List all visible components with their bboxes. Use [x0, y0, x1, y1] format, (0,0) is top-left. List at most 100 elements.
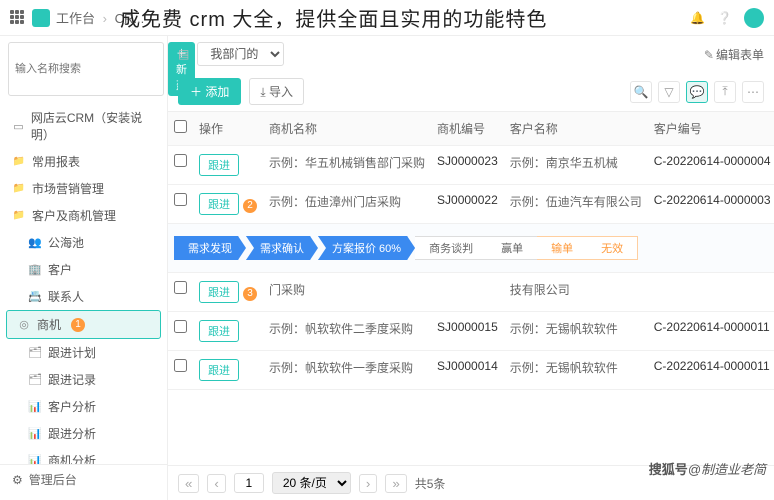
nav-label: 商机: [37, 316, 61, 333]
row-select[interactable]: [174, 359, 187, 372]
nav-label: 网店云CRM（安装说明）: [31, 109, 155, 143]
nav-item[interactable]: 🗂跟进计划: [0, 339, 167, 366]
cell-cust[interactable]: 示例：南京华五机械: [504, 146, 648, 185]
export-icon[interactable]: ⤒: [714, 81, 736, 103]
follow-button[interactable]: 跟进: [199, 320, 239, 342]
sidebar-admin[interactable]: ⚙ 管理后台: [0, 464, 167, 494]
filter-icon[interactable]: ▽: [658, 81, 680, 103]
col-header: 商机名称: [263, 112, 431, 146]
pencil-icon: ✎: [704, 48, 714, 62]
nav-label: 客户分析: [48, 398, 96, 415]
nav-label: 商机分析: [48, 452, 96, 464]
more-icon[interactable]: ⋯: [742, 81, 764, 103]
table-row: 跟进3门采购技有限公司示例：沈怡赢单: [168, 273, 774, 312]
row-badge: 2: [243, 199, 257, 213]
first-page[interactable]: «: [178, 474, 199, 493]
cell-cust-code: C-20220614-0000004: [648, 146, 774, 185]
last-page[interactable]: »: [385, 474, 406, 493]
cell-name[interactable]: 示例：帆软软件二季度采购: [263, 312, 431, 351]
cell-name[interactable]: 门采购: [263, 273, 431, 312]
page-headline: 成免费 crm 大全，提供全面且实用的功能特色: [120, 3, 547, 32]
col-header: [168, 112, 193, 146]
nav-item[interactable]: 📇联系人: [0, 283, 167, 310]
cell-name[interactable]: 示例：华五机械销售部门采购: [263, 146, 431, 185]
row-select[interactable]: [174, 281, 187, 294]
row-badge: 3: [243, 287, 257, 301]
pipeline-stage[interactable]: 商务谈判: [415, 236, 487, 260]
table-row: 跟进2示例：伍迪漳州门店采购SJ0000022示例：伍迪汽车有限公司C-2022…: [168, 185, 774, 224]
nav-item[interactable]: 📁 客户及商机管理: [0, 202, 167, 229]
pager-total: 共5条: [415, 475, 446, 492]
cell-code: SJ0000023: [431, 146, 504, 185]
avatar[interactable]: [744, 8, 764, 28]
nav-icon: 📇: [28, 290, 42, 304]
sidebar-toggle-icon[interactable]: ▤: [178, 47, 189, 61]
cell-code: SJ0000022: [431, 185, 504, 224]
cell-code: [431, 273, 504, 312]
cell-cust[interactable]: 示例：无锡帆软软件: [504, 312, 648, 351]
pipeline-stage[interactable]: 需求发现: [174, 236, 246, 260]
folder-icon: 📁: [12, 209, 26, 223]
cell-cust[interactable]: 示例：无锡帆软软件: [504, 351, 648, 390]
row-select[interactable]: [174, 320, 187, 333]
gear-icon: ⚙: [12, 473, 23, 487]
edit-form-button[interactable]: ✎编辑表单: [704, 46, 764, 63]
nav-label: 常用报表: [32, 153, 80, 170]
table-row: 跟进示例：帆软软件二季度采购SJ0000015示例：无锡帆软软件C-202206…: [168, 312, 774, 351]
breadcrumb-root[interactable]: 工作台: [56, 11, 95, 26]
cell-code: SJ0000015: [431, 312, 504, 351]
nav-item[interactable]: 📁常用报表: [0, 148, 167, 175]
follow-button[interactable]: 跟进: [199, 281, 239, 303]
upload-icon: ⤓: [260, 85, 269, 99]
pipeline-stage[interactable]: 输单: [537, 236, 587, 260]
nav-item[interactable]: 📁市场营销管理: [0, 175, 167, 202]
add-button[interactable]: ＋ 添加: [178, 78, 241, 105]
nav-icon: ◎: [17, 318, 31, 332]
search-icon[interactable]: 🔍: [630, 81, 652, 103]
table-row: 跟进 示例：帆软软件一季度采购SJ0000014示例：无锡帆软软件C-202206…: [168, 351, 774, 390]
pipeline-stage[interactable]: 无效: [587, 236, 638, 260]
dept-select[interactable]: 我部门的: [197, 42, 284, 66]
follow-button[interactable]: 跟进: [199, 193, 239, 215]
chat-icon[interactable]: 💬: [686, 81, 708, 103]
nav-item[interactable]: ◎商机1: [6, 310, 161, 339]
cell-cust-code: C-20220614-0000011: [648, 351, 774, 390]
page-size-select[interactable]: 20 条/页: [272, 472, 351, 494]
nav-item[interactable]: 🗂跟进记录: [0, 366, 167, 393]
nav-item[interactable]: 📊客户分析: [0, 393, 167, 420]
help-icon[interactable]: ❔: [717, 11, 732, 25]
row-select[interactable]: [174, 154, 187, 167]
nav-icon: 📊: [28, 454, 42, 465]
nav-label: 跟进分析: [48, 425, 96, 442]
cell-name[interactable]: 示例：帆软软件一季度采购: [263, 351, 431, 390]
row-select[interactable]: [174, 193, 187, 206]
import-button[interactable]: ⤓ 导入: [249, 78, 304, 105]
pipeline-stage[interactable]: 需求确认: [246, 236, 318, 260]
page-input[interactable]: [234, 473, 264, 493]
sidebar-search-input[interactable]: [8, 42, 164, 96]
cell-code: SJ0000014: [431, 351, 504, 390]
apps-icon[interactable]: [10, 10, 26, 26]
cell-cust-code: [648, 273, 774, 312]
nav-label: 客户及商机管理: [32, 207, 116, 224]
prev-page[interactable]: ‹: [207, 474, 225, 493]
nav-label: 跟进计划: [48, 344, 96, 361]
next-page[interactable]: ›: [359, 474, 377, 493]
bell-icon[interactable]: 🔔: [690, 11, 705, 25]
pipeline-stage[interactable]: 赢单: [487, 236, 537, 260]
pipeline-row: 需求发现需求确认方案报价 60%商务谈判赢单输单无效: [168, 224, 774, 273]
nav-item[interactable]: 📊跟进分析: [0, 420, 167, 447]
nav-label: 公海池: [48, 234, 84, 251]
follow-button[interactable]: 跟进: [199, 154, 239, 176]
pipeline-stage[interactable]: 方案报价 60%: [318, 236, 415, 260]
nav-item[interactable]: 👥公海池: [0, 229, 167, 256]
follow-button[interactable]: 跟进: [199, 359, 239, 381]
nav-item[interactable]: 🏢客户: [0, 256, 167, 283]
nav-item[interactable]: 📊 商机分析: [0, 447, 167, 464]
cell-name[interactable]: 示例：伍迪漳州门店采购: [263, 185, 431, 224]
cell-cust[interactable]: 技有限公司: [504, 273, 648, 312]
cell-cust[interactable]: 示例：伍迪汽车有限公司: [504, 185, 648, 224]
select-all[interactable]: [174, 120, 187, 133]
col-header: 客户编号: [648, 112, 774, 146]
nav-item[interactable]: ▭网店云CRM（安装说明）: [0, 104, 167, 148]
